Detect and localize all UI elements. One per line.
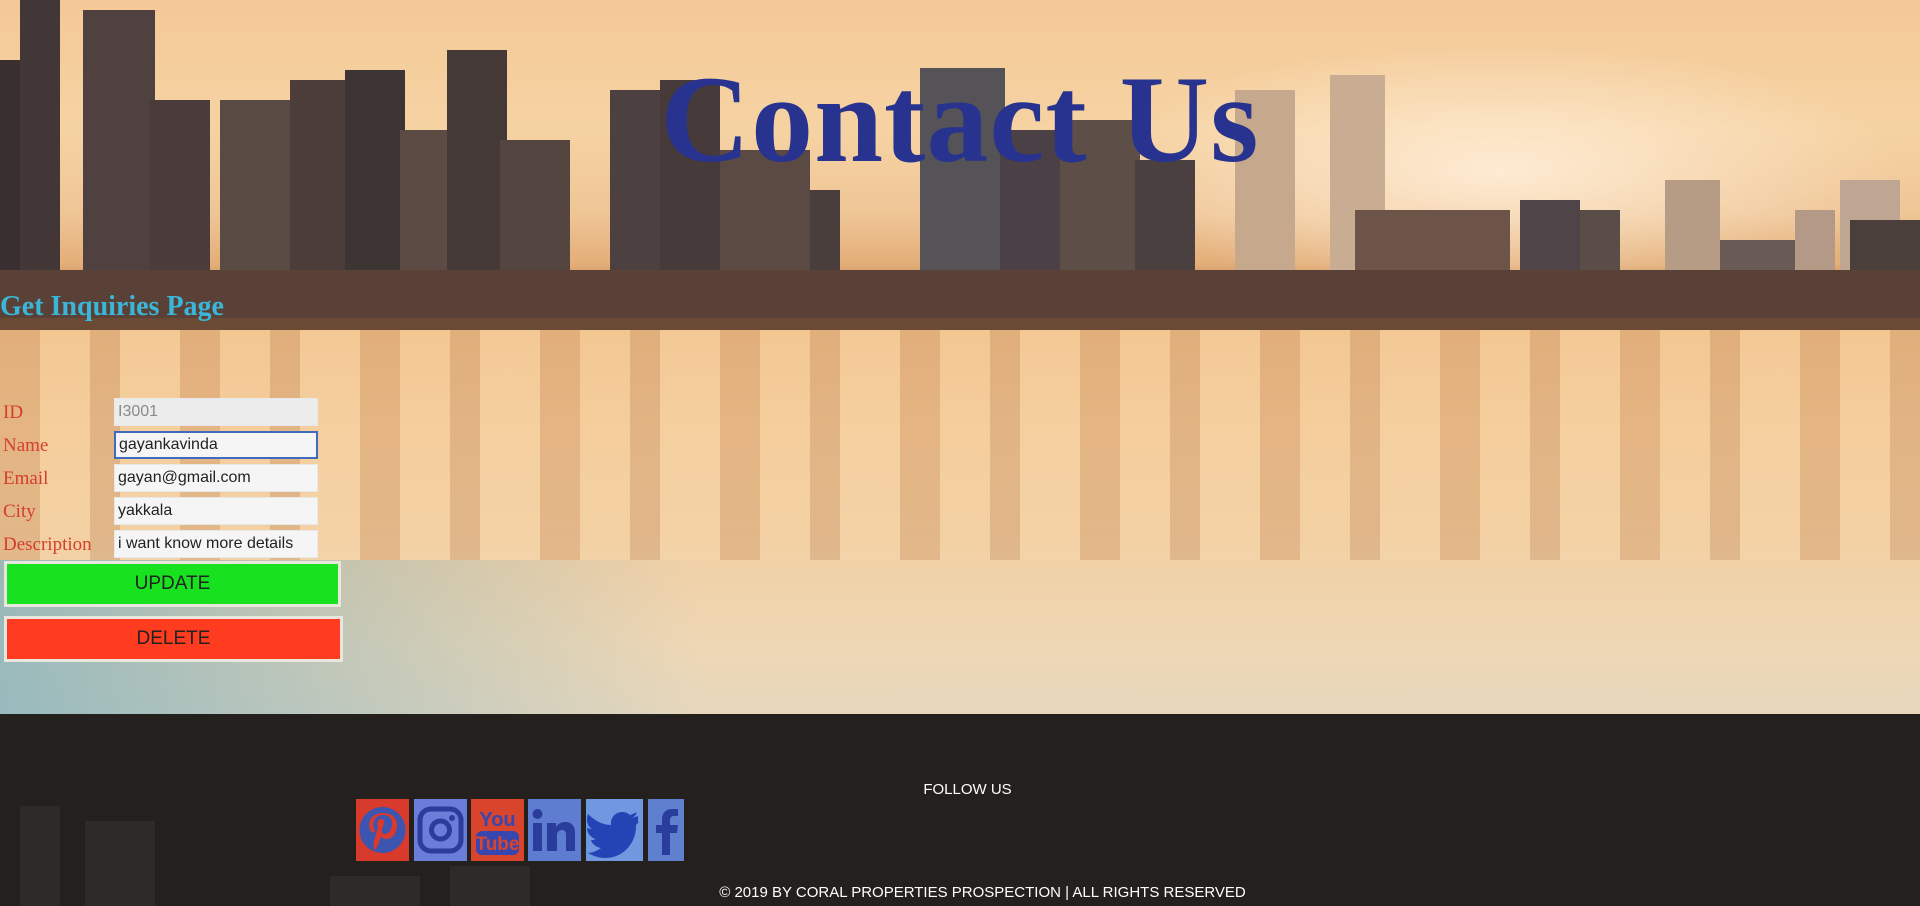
delete-button[interactable]: DELETE bbox=[4, 616, 343, 662]
page-subtitle: Get Inquiries Page bbox=[0, 291, 224, 322]
svg-text:You: You bbox=[479, 809, 515, 831]
city-field[interactable] bbox=[114, 497, 318, 525]
name-field[interactable] bbox=[114, 431, 318, 459]
city-label: City bbox=[3, 501, 36, 522]
follow-us-label: FOLLOW US bbox=[923, 781, 1012, 798]
description-label: Description bbox=[3, 534, 92, 555]
id-field[interactable] bbox=[114, 398, 318, 426]
pinterest-icon[interactable] bbox=[356, 799, 409, 861]
email-label: Email bbox=[3, 468, 49, 489]
id-label: ID bbox=[3, 402, 24, 423]
page-title: Contact Us bbox=[660, 51, 1260, 188]
svg-text:Tube: Tube bbox=[476, 834, 520, 855]
linkedin-icon[interactable] bbox=[528, 799, 581, 861]
instagram-icon[interactable] bbox=[414, 799, 467, 861]
description-field[interactable] bbox=[114, 530, 318, 558]
shoreline bbox=[0, 318, 1920, 330]
facebook-icon[interactable] bbox=[648, 799, 684, 861]
copyright-text: © 2019 BY CORAL PROPERTIES PROSPECTION |… bbox=[719, 884, 1246, 901]
name-label: Name bbox=[3, 435, 49, 456]
email-field[interactable] bbox=[114, 464, 318, 492]
update-button[interactable]: UPDATE bbox=[4, 561, 341, 607]
twitter-icon[interactable] bbox=[586, 799, 643, 861]
youtube-icon[interactable]: You Tube bbox=[471, 799, 524, 861]
footer: FOLLOW US You Tube © 2019 BY CORAL PROPE… bbox=[0, 714, 1920, 906]
